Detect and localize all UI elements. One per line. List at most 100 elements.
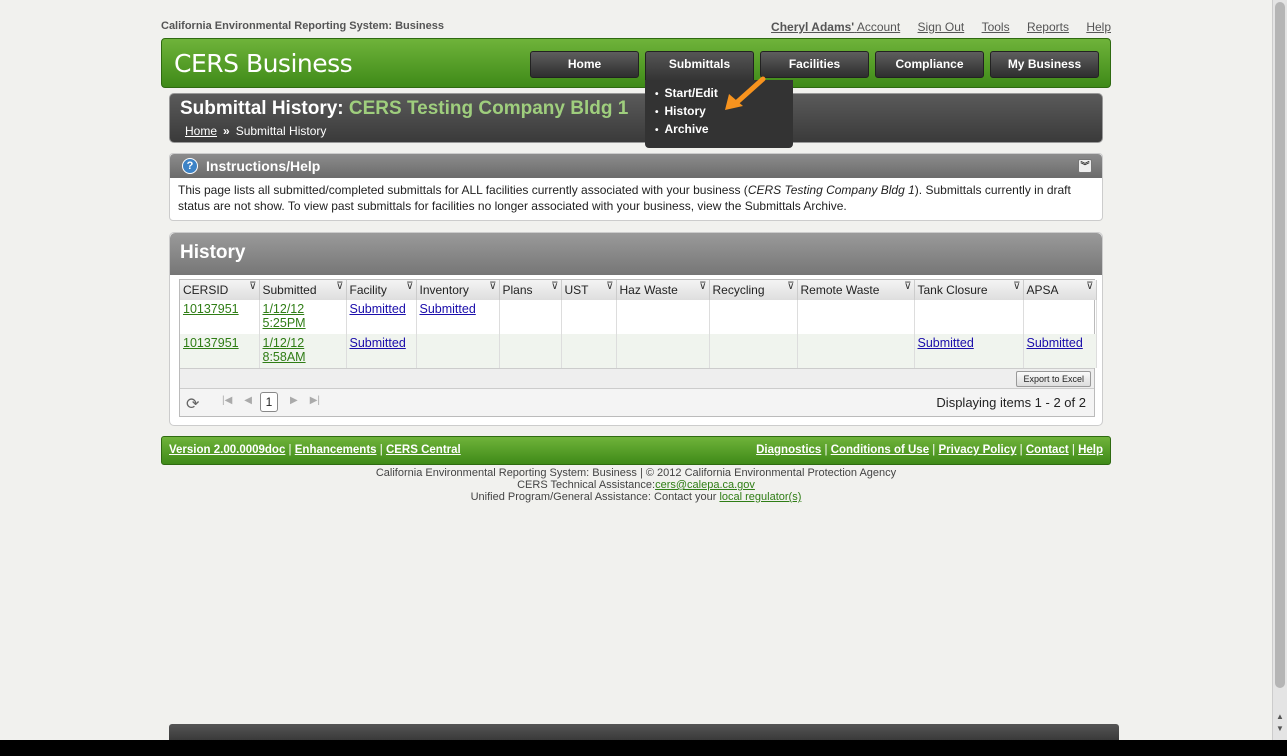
filter-icon[interactable]: ⊽ xyxy=(787,281,794,292)
column-header-haz-waste[interactable]: Haz Waste ⊽ xyxy=(616,280,710,300)
tank-closure-link[interactable]: Submitted xyxy=(918,336,974,350)
history-title: History xyxy=(170,233,1102,275)
collapse-icon[interactable]: ︾ xyxy=(1078,159,1092,173)
breadcrumb: Home » Submittal History xyxy=(185,124,326,138)
filter-icon[interactable]: ⊽ xyxy=(699,281,706,292)
breadcrumb-home[interactable]: Home xyxy=(185,124,217,138)
cell-facility: Submitted xyxy=(346,334,417,368)
contact-link[interactable]: Contact xyxy=(1026,444,1069,456)
filter-icon[interactable]: ⊽ xyxy=(904,281,911,292)
diagnostics-link[interactable]: Diagnostics xyxy=(756,444,821,456)
cell-recycling xyxy=(709,334,798,368)
column-header-apsa[interactable]: APSA ⊽ xyxy=(1023,280,1097,300)
pager: ⟳ |◀ ◀ 1 ▶ ▶| Displaying items 1 - 2 of 2 xyxy=(180,388,1094,416)
breadcrumb-separator: » xyxy=(223,124,230,138)
page-title: Submittal History: CERS Testing Company … xyxy=(180,98,629,119)
nav-facilities[interactable]: Facilities xyxy=(760,51,869,78)
company-name: CERS Testing Company Bldg 1 xyxy=(348,98,629,119)
vertical-scrollbar[interactable]: ▲ ▼ xyxy=(1272,0,1287,740)
next-page-icon[interactable]: ▶ xyxy=(290,395,298,406)
privacy-link[interactable]: Privacy Policy xyxy=(938,444,1016,456)
cersid-link[interactable]: 10137951 xyxy=(183,302,239,316)
sign-out-link[interactable]: Sign Out xyxy=(918,20,965,34)
cell-cersid: 10137951 xyxy=(180,300,260,334)
reports-link[interactable]: Reports xyxy=(1027,20,1069,34)
orange-arrow-icon xyxy=(725,76,766,110)
filter-icon[interactable]: ⊽ xyxy=(551,281,558,292)
nav-my-business[interactable]: My Business xyxy=(990,51,1099,78)
help-link[interactable]: Help xyxy=(1086,20,1111,34)
instructions-header[interactable]: ? Instructions/Help ︾ xyxy=(170,154,1102,178)
current-page[interactable]: 1 xyxy=(260,392,278,412)
cell-ust xyxy=(561,300,617,334)
grid-toolbar: Export to Excel xyxy=(180,368,1094,388)
facility-link[interactable]: Submitted xyxy=(350,336,406,350)
copyright-block: California Environmental Reporting Syste… xyxy=(161,467,1111,503)
tools-link[interactable]: Tools xyxy=(982,20,1010,34)
top-links: Cheryl Adams' Account Sign Out Tools Rep… xyxy=(757,20,1111,34)
history-panel: History CERSID ⊽ Submitted ⊽ Facility ⊽ Inv… xyxy=(169,232,1103,426)
scrollbar-thumb[interactable] xyxy=(1275,2,1285,688)
cell-submitted: 1/12/12 8:58AM xyxy=(259,334,347,368)
apsa-link[interactable]: Submitted xyxy=(1027,336,1083,350)
column-header-recycling[interactable]: Recycling ⊽ xyxy=(709,280,798,300)
first-page-icon[interactable]: |◀ xyxy=(222,395,232,406)
title-panel: Submittal History: CERS Testing Company … xyxy=(169,93,1103,143)
inventory-link[interactable]: Submitted xyxy=(420,302,476,316)
version-link[interactable]: Version 2.00.0009doc xyxy=(169,444,285,456)
column-header-remote-waste[interactable]: Remote Waste ⊽ xyxy=(797,280,915,300)
facility-link[interactable]: Submitted xyxy=(350,302,406,316)
column-header-submitted[interactable]: Submitted ⊽ xyxy=(259,280,347,300)
column-header-inventory[interactable]: Inventory ⊽ xyxy=(416,280,500,300)
submitted-date-link[interactable]: 1/12/12 5:25PM xyxy=(263,302,306,330)
footer-help-link[interactable]: Help xyxy=(1078,444,1103,456)
cell-haz-waste xyxy=(616,300,710,334)
cersid-link[interactable]: 10137951 xyxy=(183,336,239,350)
nav-home[interactable]: Home xyxy=(530,51,639,78)
enhancements-link[interactable]: Enhancements xyxy=(295,444,377,456)
local-regulator-link[interactable]: local regulator(s) xyxy=(719,491,801,503)
filter-icon[interactable]: ⊽ xyxy=(406,281,413,292)
cell-submitted: 1/12/12 5:25PM xyxy=(259,300,347,334)
column-header-tank-closure[interactable]: Tank Closure ⊽ xyxy=(914,280,1024,300)
site-footer: Version 2.00.0009doc | Enhancements | CE… xyxy=(161,436,1111,465)
pager-next: ▶ ▶| xyxy=(290,395,332,406)
cell-remote-waste xyxy=(797,300,915,334)
column-header-plans[interactable]: Plans ⊽ xyxy=(499,280,562,300)
filter-icon[interactable]: ⊽ xyxy=(1086,281,1093,292)
submittals-dropdown: Start/Edit History Archive xyxy=(645,80,793,148)
help-icon: ? xyxy=(182,158,198,174)
conditions-link[interactable]: Conditions of Use xyxy=(831,444,929,456)
filter-icon[interactable]: ⊽ xyxy=(606,281,613,292)
brand-logo[interactable]: CERS Business xyxy=(174,49,353,78)
column-header-facility[interactable]: Facility ⊽ xyxy=(346,280,417,300)
menu-item-archive[interactable]: Archive xyxy=(655,120,793,138)
history-grid: CERSID ⊽ Submitted ⊽ Facility ⊽ Inventory ⊽ … xyxy=(179,279,1097,417)
cell-ust xyxy=(561,334,617,368)
account-link[interactable]: Cheryl Adams' Account xyxy=(771,20,900,34)
filter-icon[interactable]: ⊽ xyxy=(336,281,343,292)
filter-icon[interactable]: ⊽ xyxy=(249,281,256,292)
column-header-cersid[interactable]: CERSID ⊽ xyxy=(180,280,260,300)
column-header-ust[interactable]: UST ⊽ xyxy=(561,280,617,300)
cell-apsa xyxy=(1023,300,1097,334)
top-bar: California Environmental Reporting Syste… xyxy=(161,20,1111,36)
tech-assistance: CERS Technical Assistance:cers@calepa.ca… xyxy=(517,479,755,491)
cell-cersid: 10137951 xyxy=(180,334,260,368)
export-excel-button[interactable]: Export to Excel xyxy=(1016,371,1091,387)
scroll-up-icon[interactable]: ▲ xyxy=(1276,712,1284,721)
filter-icon[interactable]: ⊽ xyxy=(489,281,496,292)
prev-page-icon[interactable]: ◀ xyxy=(244,395,252,406)
screen-bottom-bar xyxy=(0,740,1287,756)
last-page-icon[interactable]: ▶| xyxy=(310,395,320,406)
tech-email-link[interactable]: cers@calepa.ca.gov xyxy=(655,479,755,491)
cers-central-link[interactable]: CERS Central xyxy=(386,444,461,456)
filter-icon[interactable]: ⊽ xyxy=(1013,281,1020,292)
refresh-icon[interactable]: ⟳ xyxy=(186,394,199,414)
pager-prev: |◀ ◀ xyxy=(222,395,264,406)
nav-compliance[interactable]: Compliance xyxy=(875,51,984,78)
submitted-date-link[interactable]: 1/12/12 8:58AM xyxy=(263,336,306,364)
cell-tank-closure xyxy=(914,300,1024,334)
cell-plans xyxy=(499,300,562,334)
scroll-down-icon[interactable]: ▼ xyxy=(1276,724,1284,733)
